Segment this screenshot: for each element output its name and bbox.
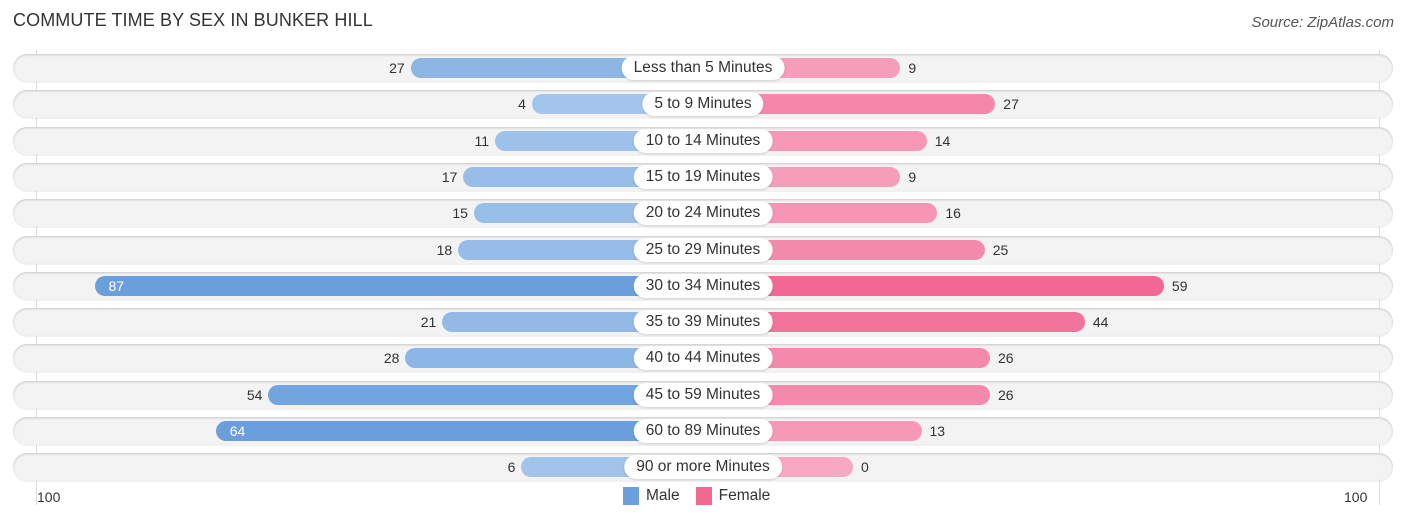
value-label-male: 27 [389,60,405,76]
value-label-male: 21 [420,314,437,331]
value-label-female: 59 [1171,277,1188,294]
value-label-male: 64 [229,423,246,439]
legend-item-female[interactable]: Female [695,487,771,505]
value-label-female: 26 [998,386,1014,403]
category-label: 90 or more Minutes [624,455,782,480]
value-label-female: 0 [861,459,869,476]
value-label-male: 18 [436,241,453,258]
value-label-female: 9 [908,60,917,76]
right-axis-tick: 100 [1344,489,1368,505]
category-label: 30 to 34 Minutes [633,273,773,298]
category-label: 20 to 24 Minutes [633,201,773,226]
category-label: 10 to 14 Minutes [633,128,773,153]
value-label-female: 25 [992,241,1009,258]
legend-label-female: Female [718,487,771,504]
legend-swatch-female [695,487,712,505]
value-label-female: 44 [1092,314,1109,331]
legend: Male Female [623,487,786,505]
value-label-male: 28 [383,350,400,367]
category-label: 15 to 19 Minutes [633,164,773,189]
value-label-female: 9 [908,168,917,185]
legend-swatch-male [623,487,639,505]
source-label: Source: ZipAtlas.com [1251,14,1394,31]
legend-item-male[interactable]: Male [623,487,680,505]
value-label-male: 17 [441,168,458,185]
value-label-female: 14 [934,132,951,149]
value-label-female: 26 [998,350,1014,367]
category-label: Less than 5 Minutes [621,56,785,80]
value-label-female: 27 [1003,96,1019,113]
value-label-female: 16 [945,205,961,222]
bar-male[interactable] [94,275,703,296]
category-label: 45 to 59 Minutes [633,382,773,407]
bar-male[interactable] [215,421,703,441]
value-label-male: 11 [474,132,490,149]
value-label-male: 15 [452,205,468,222]
chart-title: COMMUTE TIME BY SEX IN BUNKER HILL [13,10,373,30]
category-label: 40 to 44 Minutes [633,346,773,371]
category-label: 5 to 9 Minutes [642,92,764,117]
value-label-female: 13 [929,423,946,439]
value-label-male: 54 [246,386,263,403]
left-axis-tick: 100 [37,489,61,505]
category-label: 60 to 89 Minutes [633,419,773,443]
value-label-male: 6 [507,459,516,476]
category-label: 25 to 29 Minutes [633,237,773,262]
legend-label-male: Male [646,487,680,504]
value-label-male: 4 [518,96,526,113]
category-label: 35 to 39 Minutes [633,310,773,335]
value-label-male: 87 [108,277,125,294]
